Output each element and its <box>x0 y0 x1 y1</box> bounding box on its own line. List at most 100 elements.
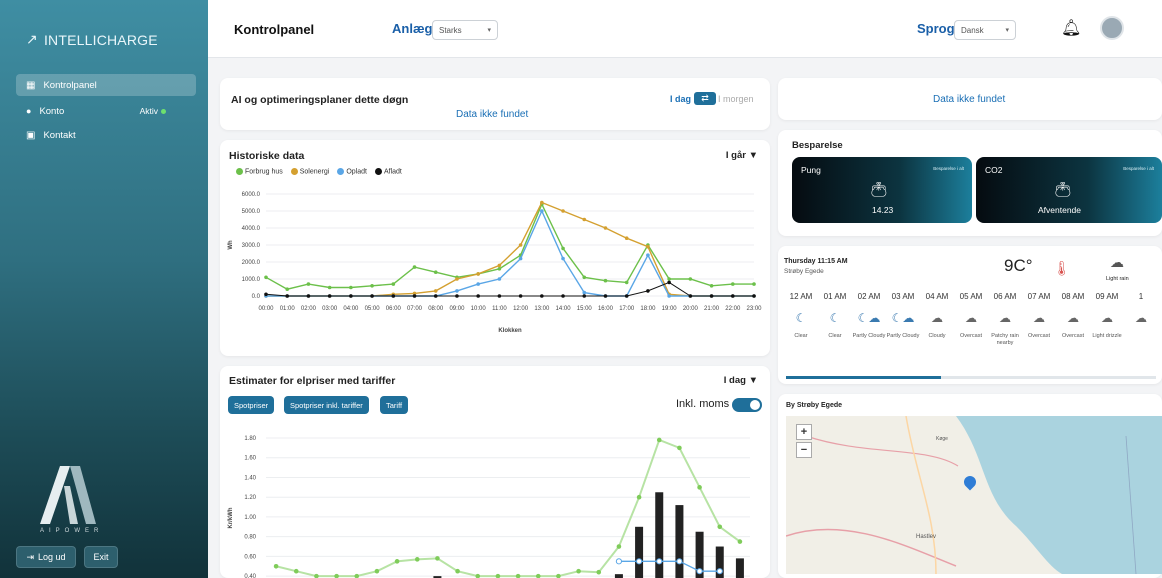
cloud-icon: ☁ <box>1135 311 1147 325</box>
data-point <box>314 573 319 578</box>
data-point <box>391 282 396 286</box>
x-tick-label: 08:00 <box>428 306 444 312</box>
data-point <box>535 573 541 578</box>
swap-toggle-icon[interactable]: ⇄ <box>694 92 716 105</box>
data-point <box>327 294 332 298</box>
spotpriser-tariffer-button[interactable]: Spotpriser inkl. tariffer <box>284 396 369 414</box>
x-tick-label: 10:00 <box>471 306 487 312</box>
series-line <box>618 560 720 572</box>
legend-item[interactable]: Opladt <box>337 168 367 175</box>
logout-button[interactable]: ⇥ Log ud <box>16 546 76 568</box>
forecast-hour: 1 ☁ <box>1124 292 1158 333</box>
y-tick-label: 1.20 <box>244 495 256 501</box>
history-title: Historiske data <box>229 150 305 162</box>
ai-plans-title: AI og optimeringsplaner dette døgn <box>231 94 409 106</box>
data-point <box>561 209 565 213</box>
prices-title: Estimater for elpriser med tariffer <box>229 375 396 387</box>
forecast-condition: Cloudy <box>928 333 946 339</box>
forecast-hour: 08 AM ☁ Overcast <box>1056 292 1090 340</box>
tile-name: CO2 <box>985 165 1003 175</box>
data-point <box>656 558 663 565</box>
avatar[interactable] <box>1100 16 1124 40</box>
y-axis-label: Kr/kWh <box>228 507 234 528</box>
bell-icon[interactable]: 🔔︎ <box>1061 18 1081 38</box>
forecast-time: 05 AM <box>959 292 983 301</box>
x-tick-label: 06:00 <box>386 306 402 312</box>
x-tick-label: 13:00 <box>534 306 550 312</box>
logout-icon: ⇥ <box>26 551 34 562</box>
brand[interactable]: ↗ INTELLICHARGE <box>26 31 158 48</box>
y-tick-label: 0.80 <box>244 535 256 541</box>
sprog-value: Dansk <box>961 25 984 35</box>
bar <box>675 505 684 578</box>
y-tick-label: 1000.0 <box>242 277 261 283</box>
data-point <box>716 568 723 575</box>
grid-icon: ▦ <box>26 79 36 91</box>
moms-toggle[interactable] <box>732 398 762 412</box>
sidebar-item-label: Konto <box>39 105 65 117</box>
anlaeg-select[interactable]: Starks ▾ <box>432 20 498 40</box>
y-tick-label: 6000.0 <box>242 192 261 198</box>
sidebar-item-kontrolpanel[interactable]: ▦ Kontrolpanel <box>16 74 196 96</box>
series-line <box>265 281 754 297</box>
sidebar-item-konto[interactable]: ● Konto Aktiv <box>16 100 196 122</box>
data-point <box>603 226 608 230</box>
brand-name: INTELLICHARGE <box>43 31 158 48</box>
map-label-hastlev: Hastlev <box>916 534 936 540</box>
data-point <box>646 289 650 293</box>
data-point <box>285 294 290 298</box>
x-tick-label: 07:00 <box>407 306 423 312</box>
data-point <box>518 243 523 247</box>
legend-item[interactable]: Forbrug hus <box>236 168 283 175</box>
history-period-select[interactable]: I går ▼ <box>726 150 758 161</box>
map-view[interactable]: Hastlev Køge + − <box>786 416 1162 574</box>
logo-text: AIPOWER <box>40 528 104 534</box>
bar <box>635 526 644 578</box>
legend-item[interactable]: Afladt <box>374 168 402 175</box>
data-point <box>264 292 268 297</box>
tomorrow-link[interactable]: I morgen <box>718 94 754 104</box>
tile-sub: Besparelse i alt <box>933 166 964 171</box>
data-point <box>540 209 544 213</box>
forecast-scrollbar[interactable] <box>786 376 1156 379</box>
series-line <box>266 209 754 297</box>
zoom-in-button[interactable]: + <box>796 424 812 440</box>
data-point <box>582 290 587 295</box>
data-point <box>624 236 629 240</box>
ai-plans-card: AI og optimeringsplaner dette døgn Data … <box>220 78 770 130</box>
exit-button[interactable]: Exit <box>84 546 118 568</box>
data-point <box>635 558 643 565</box>
series-line <box>266 201 754 297</box>
status-badge: Aktiv <box>140 106 166 116</box>
data-point <box>616 544 622 549</box>
spotpriser-button[interactable]: Spotpriser <box>228 396 275 414</box>
tariff-button[interactable]: Tariff <box>380 396 409 414</box>
data-point <box>476 282 480 286</box>
data-point <box>412 294 417 298</box>
forecast-hour: 03 AM ☾☁ Partly Cloudy <box>886 292 920 340</box>
bar <box>655 492 664 578</box>
data-point <box>667 277 671 281</box>
data-point <box>709 284 714 288</box>
x-tick-label: 12:00 <box>513 306 529 312</box>
y-tick-label: 2000.0 <box>242 260 261 266</box>
today-link[interactable]: I dag <box>670 94 691 104</box>
data-point <box>752 294 756 298</box>
sprog-select[interactable]: Dansk ▾ <box>954 20 1016 40</box>
sidebar-item-kontakt[interactable]: ▣ Kontakt <box>16 124 196 146</box>
series-line <box>265 202 754 290</box>
data-point <box>540 200 544 205</box>
users-icon: ● <box>26 106 32 116</box>
data-point <box>518 294 523 298</box>
data-point <box>667 280 671 285</box>
data-point <box>576 568 581 574</box>
zoom-out-button[interactable]: − <box>796 442 812 458</box>
forecast-time: 1 <box>1138 292 1144 301</box>
prices-period-select[interactable]: I dag ▼ <box>724 375 758 386</box>
forecast-condition: Clear <box>794 333 808 339</box>
legend-item[interactable]: Solenergi <box>290 168 329 175</box>
forecast-condition: Overcast <box>1027 333 1050 339</box>
moms-label: Inkl. moms <box>676 398 730 410</box>
savings-tile-pung: Pung Besparelse i alt 👛︎ 14.23 <box>792 157 972 223</box>
data-point <box>433 294 438 298</box>
